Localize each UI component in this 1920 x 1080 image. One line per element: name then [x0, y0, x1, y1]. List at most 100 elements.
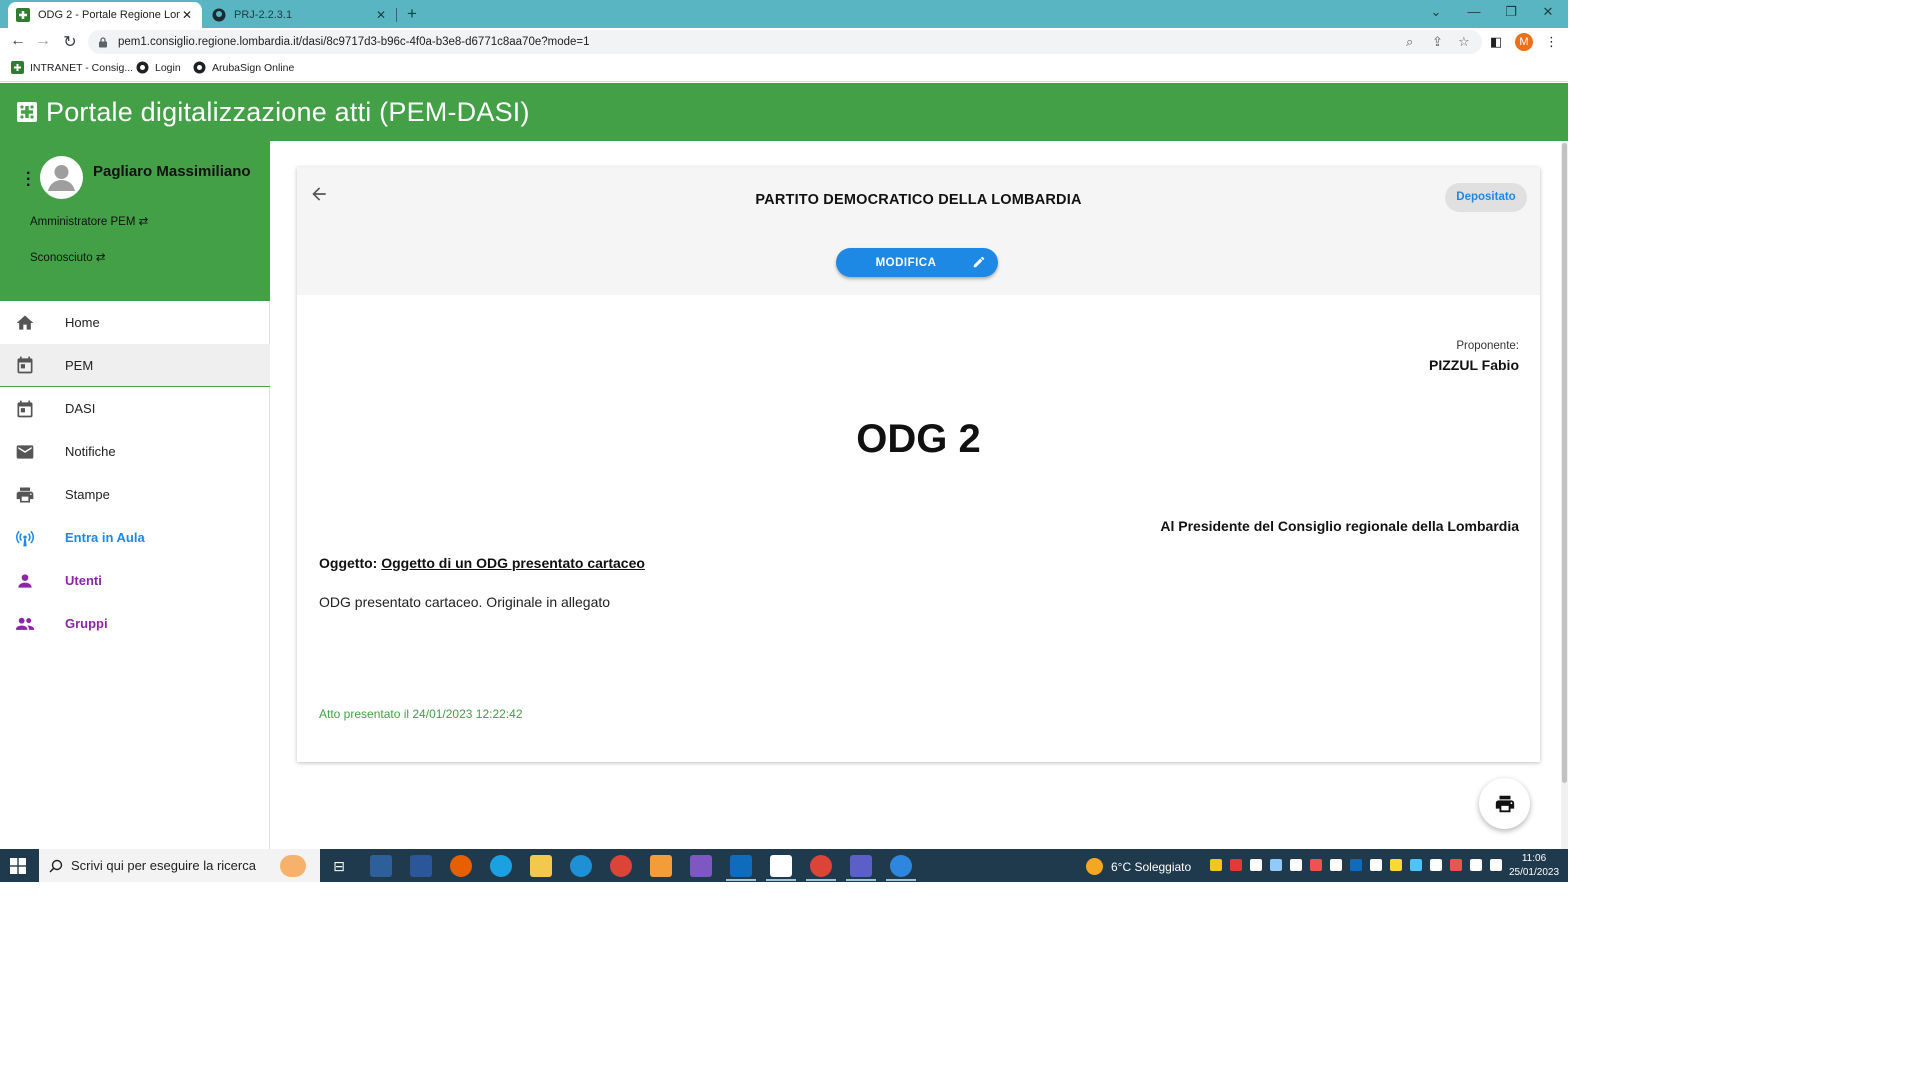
- tray-icon[interactable]: [1210, 859, 1222, 871]
- internet-explorer-icon[interactable]: [570, 855, 592, 877]
- visual-studio-icon[interactable]: [690, 855, 712, 877]
- network-icon[interactable]: [1370, 859, 1382, 871]
- app-taskbar-icon[interactable]: [370, 855, 392, 877]
- github-icon: [212, 8, 226, 22]
- tray-icon[interactable]: [1250, 859, 1262, 871]
- volume-icon[interactable]: [1330, 859, 1342, 871]
- tray-icon[interactable]: [1310, 859, 1322, 871]
- clock-date: 25/01/2023: [1508, 867, 1560, 878]
- calendar-icon: [17, 356, 33, 374]
- browser-tab-active[interactable]: ODG 2 - Portale Regione Lombar ✕: [8, 2, 202, 28]
- nav-item-entra-in-aula[interactable]: Entra in Aula: [0, 516, 270, 559]
- nav-item-home[interactable]: Home: [0, 301, 270, 344]
- minimize-icon[interactable]: —: [1464, 4, 1484, 19]
- bookmark-intranet[interactable]: INTRANET - Consig...: [11, 61, 133, 74]
- nav-item-gruppi[interactable]: Gruppi: [0, 602, 270, 645]
- printer-icon: [1495, 795, 1514, 812]
- bookmark-star-icon[interactable]: ☆: [1458, 34, 1470, 50]
- microphone-icon[interactable]: [1290, 859, 1302, 871]
- firefox-icon[interactable]: [450, 855, 472, 877]
- document-card: PARTITO DEMOCRATICO DELLA LOMBARDIA Depo…: [297, 167, 1540, 762]
- onedrive-icon[interactable]: [1270, 859, 1282, 871]
- people-icon: [15, 617, 35, 630]
- snowflake-app-icon[interactable]: [890, 855, 912, 877]
- chrome-icon[interactable]: [610, 855, 632, 877]
- task-view-icon[interactable]: ⊟: [329, 855, 349, 877]
- group-switcher[interactable]: Sconosciuto ⇄: [30, 250, 106, 264]
- taskbar-clock[interactable]: 11:06 25/01/2023: [1508, 852, 1560, 880]
- pen-icon[interactable]: [1490, 859, 1502, 871]
- browser-toolbar: ← → ↻ pem1.consiglio.regione.lombardia.i…: [0, 28, 1568, 56]
- notepad-icon[interactable]: [770, 855, 792, 877]
- role-switcher[interactable]: Amministratore PEM ⇄: [30, 214, 148, 228]
- taskbar-search[interactable]: Scrivi qui per eseguire la ricerca: [39, 849, 320, 882]
- nav-item-stampe[interactable]: Stampe: [0, 473, 270, 516]
- share-icon[interactable]: ⇪: [1432, 34, 1443, 50]
- bookmark-arubasign[interactable]: ArubaSign Online: [193, 61, 294, 74]
- window-close-icon[interactable]: ✕: [1538, 4, 1558, 20]
- app-taskbar-icon[interactable]: [650, 855, 672, 877]
- pencil-icon: [973, 256, 985, 268]
- file-explorer-icon[interactable]: [530, 855, 552, 877]
- bookmark-login[interactable]: Login: [136, 61, 181, 74]
- tab-separator: [396, 8, 397, 22]
- recipient: Al Presidente del Consiglio regionale de…: [1160, 518, 1519, 534]
- person-avatar-icon: [48, 165, 75, 191]
- globe-icon: [193, 61, 206, 74]
- word-icon[interactable]: [410, 855, 432, 877]
- running-indicator: [766, 879, 796, 881]
- edge-icon[interactable]: [490, 855, 512, 877]
- nav-item-utenti[interactable]: Utenti: [0, 559, 270, 602]
- nav-list: Home PEM DASI Notifiche Stampe Entra in …: [0, 301, 270, 645]
- document-body: ODG presentato cartaceo. Originale in al…: [319, 594, 611, 610]
- tray-icon[interactable]: [1230, 859, 1242, 871]
- subject-line: Oggetto: Oggetto di un ODG presentato ca…: [319, 555, 645, 571]
- nav-item-notifiche[interactable]: Notifiche: [0, 430, 270, 473]
- menu-dots-icon[interactable]: ⋮: [1545, 34, 1558, 50]
- group-name: PARTITO DEMOCRATICO DELLA LOMBARDIA: [755, 192, 1082, 208]
- tab-search-icon[interactable]: ⌄: [1426, 4, 1446, 20]
- windows-start-icon[interactable]: [10, 858, 26, 874]
- proponent-label: Proponente:: [1456, 340, 1519, 352]
- weather-widget[interactable]: 6°C Soleggiato: [1086, 858, 1191, 875]
- tray-icon[interactable]: [1390, 859, 1402, 871]
- address-bar[interactable]: pem1.consiglio.regione.lombardia.it/dasi…: [88, 30, 1482, 54]
- scrollbar-thumb[interactable]: [1562, 143, 1567, 783]
- app-title: Portale digitalizzazione atti (PEM-DASI): [46, 96, 530, 127]
- tab-close-icon[interactable]: ✕: [180, 8, 194, 22]
- tray-icon[interactable]: [1470, 859, 1482, 871]
- tray-icon[interactable]: [1430, 859, 1442, 871]
- page-scrollbar[interactable]: [1561, 141, 1568, 849]
- back-icon[interactable]: ←: [8, 32, 28, 50]
- outlook-tray-icon[interactable]: [1350, 859, 1362, 871]
- calendar-icon: [17, 400, 33, 417]
- running-indicator: [886, 879, 916, 881]
- sidebar: · · · Pagliaro Massimiliano Amministratore…: [0, 141, 270, 849]
- teams-icon[interactable]: [850, 855, 872, 877]
- restore-icon[interactable]: ❐: [1501, 4, 1521, 20]
- outlook-icon[interactable]: [730, 855, 752, 877]
- tray-icon[interactable]: [1450, 859, 1462, 871]
- print-button[interactable]: [1479, 778, 1530, 829]
- subject-value: Oggetto di un ODG presentato cartaceo: [381, 555, 645, 571]
- side-panel-icon[interactable]: ◧: [1490, 34, 1502, 50]
- site-favicon-icon: [16, 8, 30, 22]
- taskbar: Scrivi qui per eseguire la ricerca ⊟ 6°C…: [0, 849, 1568, 882]
- profile-avatar[interactable]: M: [1515, 33, 1533, 51]
- new-tab-icon[interactable]: +: [407, 4, 417, 24]
- status-badge: Depositato: [1445, 183, 1527, 212]
- forward-icon[interactable]: →: [33, 32, 53, 50]
- avatar: [40, 156, 83, 199]
- browser-tab[interactable]: PRJ-2.2.3.1 ✕: [204, 2, 396, 28]
- chrome-profile-icon[interactable]: [810, 855, 832, 877]
- tray-icon[interactable]: [1410, 859, 1422, 871]
- swap-icon: ⇄: [95, 252, 106, 264]
- edit-button[interactable]: MODIFICA: [836, 248, 998, 277]
- zoom-icon[interactable]: ⌕: [1406, 34, 1413, 50]
- intranet-favicon-icon: [11, 61, 24, 74]
- tab-close-icon[interactable]: ✕: [374, 8, 388, 22]
- reload-icon[interactable]: ↻: [60, 32, 80, 52]
- nav-item-pem[interactable]: PEM: [0, 344, 270, 387]
- nav-item-dasi[interactable]: DASI: [0, 387, 270, 430]
- user-menu-icon[interactable]: · · ·: [26, 166, 31, 194]
